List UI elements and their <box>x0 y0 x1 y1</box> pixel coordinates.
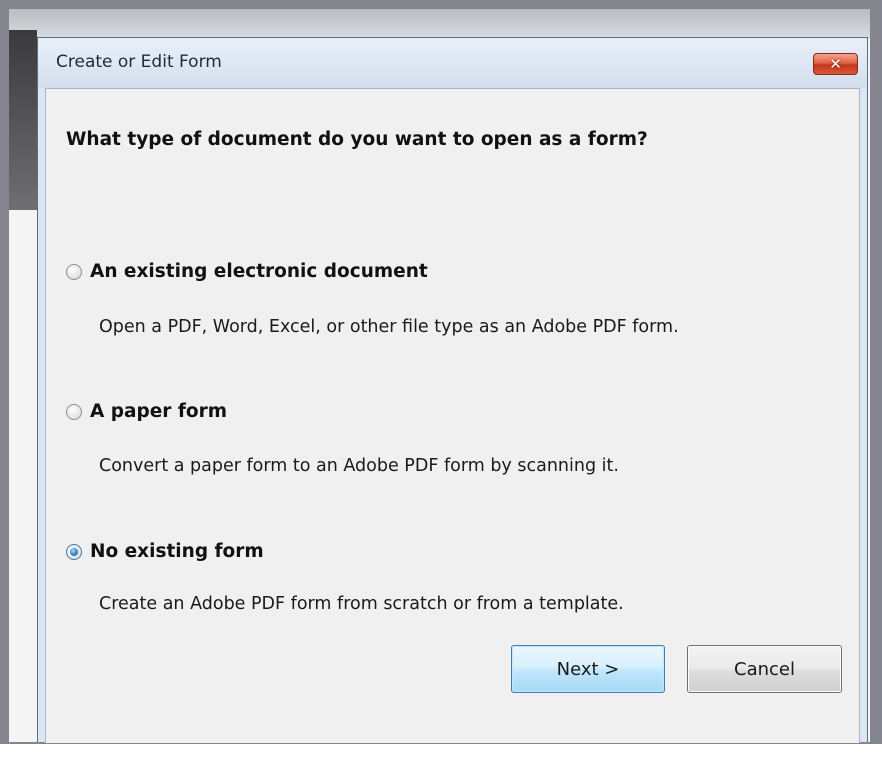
option-existing-electronic-document[interactable]: An existing electronic document <box>66 261 428 282</box>
option-label[interactable]: A paper form <box>90 401 227 422</box>
dialog-titlebar[interactable]: Create or Edit Form ✕ <box>38 38 867 88</box>
cancel-button[interactable]: Cancel <box>687 645 842 693</box>
close-icon: ✕ <box>829 55 842 73</box>
option-description: Convert a paper form to an Adobe PDF for… <box>99 456 619 476</box>
dialog-body: What type of document do you want to ope… <box>45 88 860 743</box>
create-or-edit-form-dialog: Create or Edit Form ✕ What type of docum… <box>37 37 868 743</box>
background-window-strip <box>9 9 870 39</box>
dialog-title: Create or Edit Form <box>56 52 222 72</box>
screenshot-frame-left <box>0 0 9 761</box>
option-paper-form[interactable]: A paper form <box>66 401 227 422</box>
screenshot-frame-top <box>0 0 882 9</box>
screenshot-frame-right <box>870 0 882 761</box>
radio-paper-form[interactable] <box>66 403 82 420</box>
screenshot-frame-bottom <box>0 742 882 761</box>
option-label[interactable]: An existing electronic document <box>90 261 428 282</box>
background-window-edge <box>9 30 37 210</box>
next-button[interactable]: Next > <box>511 645 665 693</box>
dialog-question: What type of document do you want to ope… <box>66 129 648 150</box>
close-button[interactable]: ✕ <box>813 53 858 75</box>
option-no-existing-form[interactable]: No existing form <box>66 541 264 562</box>
radio-existing-electronic-document[interactable] <box>66 263 82 280</box>
option-description: Open a PDF, Word, Excel, or other file t… <box>99 317 679 337</box>
option-label[interactable]: No existing form <box>90 541 264 562</box>
option-description: Create an Adobe PDF form from scratch or… <box>99 594 624 614</box>
radio-no-existing-form[interactable] <box>66 543 82 560</box>
